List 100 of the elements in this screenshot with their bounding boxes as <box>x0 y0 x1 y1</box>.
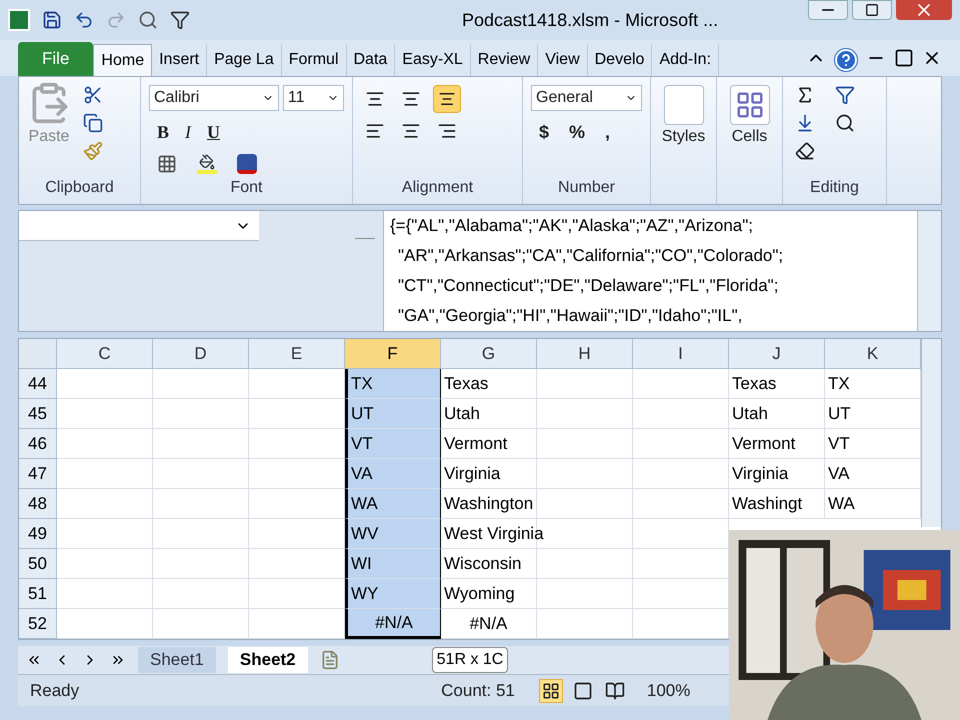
grid-cell[interactable] <box>153 579 249 609</box>
grid-cell[interactable]: Vermont <box>729 429 825 459</box>
row-header[interactable]: 51 <box>19 579 57 609</box>
grid-cell[interactable] <box>153 369 249 399</box>
grid-cell[interactable] <box>537 489 633 519</box>
grid-cell[interactable] <box>249 519 345 549</box>
grid-cell[interactable] <box>633 369 729 399</box>
redo-icon[interactable] <box>106 10 126 30</box>
grid-cell[interactable]: Washingt <box>729 489 825 519</box>
borders-icon[interactable] <box>157 154 177 174</box>
column-header[interactable]: K <box>825 339 921 369</box>
grid-cell[interactable] <box>249 399 345 429</box>
grid-cell[interactable] <box>57 549 153 579</box>
sheet-tab[interactable]: Sheet1 <box>138 647 216 673</box>
grid-cell[interactable]: VT <box>345 429 441 459</box>
sheet-tab[interactable]: Sheet2 <box>228 647 308 673</box>
grid-cell[interactable] <box>633 459 729 489</box>
comma-button[interactable]: , <box>605 119 610 146</box>
select-all-corner[interactable] <box>19 339 57 369</box>
grid-cell[interactable]: VT <box>825 429 921 459</box>
grid-cell[interactable] <box>537 429 633 459</box>
fill-color-icon[interactable] <box>197 154 217 174</box>
grid-cell[interactable] <box>249 429 345 459</box>
grid-cell[interactable]: Virginia <box>441 459 537 489</box>
grid-cell[interactable] <box>57 369 153 399</box>
grid-cell[interactable]: UT <box>825 399 921 429</box>
grid-cell[interactable] <box>633 549 729 579</box>
percent-button[interactable]: % <box>569 119 586 146</box>
grid-cell[interactable] <box>537 459 633 489</box>
column-header[interactable]: F <box>345 339 441 369</box>
grid-cell[interactable] <box>249 489 345 519</box>
clear-icon[interactable] <box>795 141 815 161</box>
grid-cell[interactable] <box>249 549 345 579</box>
ribbon-tab[interactable]: Home <box>93 44 152 76</box>
grid-cell[interactable]: WA <box>345 489 441 519</box>
grid-cell[interactable]: VA <box>345 459 441 489</box>
filter-icon[interactable] <box>170 10 190 30</box>
row-header[interactable]: 50 <box>19 549 57 579</box>
grid-cell[interactable] <box>153 489 249 519</box>
row-header[interactable]: 45 <box>19 399 57 429</box>
copy-icon[interactable] <box>83 113 103 133</box>
grid-cell[interactable]: WY <box>345 579 441 609</box>
column-header[interactable]: I <box>633 339 729 369</box>
maximize-icon[interactable] <box>852 0 892 20</box>
italic-button[interactable]: I <box>185 119 192 146</box>
currency-button[interactable]: $ <box>539 119 550 146</box>
row-header[interactable]: 46 <box>19 429 57 459</box>
grid-cell[interactable]: UT <box>345 399 441 429</box>
new-sheet-icon[interactable] <box>320 650 340 670</box>
grid-cell[interactable] <box>633 579 729 609</box>
grid-cell[interactable]: Texas <box>729 369 825 399</box>
grid-cell[interactable]: WI <box>345 549 441 579</box>
grid-cell[interactable]: WA <box>825 489 921 519</box>
row-header[interactable]: 48 <box>19 489 57 519</box>
grid-cell[interactable] <box>633 609 729 639</box>
row-header[interactable]: 47 <box>19 459 57 489</box>
grid-cell[interactable] <box>57 489 153 519</box>
undo-icon[interactable] <box>74 10 94 30</box>
column-header[interactable]: H <box>537 339 633 369</box>
grid-cell[interactable] <box>249 609 345 639</box>
grid-cell[interactable] <box>537 549 633 579</box>
cells-button[interactable]: Cells <box>732 125 768 149</box>
vertical-scrollbar[interactable] <box>921 339 941 527</box>
vertical-align-icon[interactable] <box>433 85 461 113</box>
grid-cell[interactable] <box>249 459 345 489</box>
zoom-level[interactable]: 100% <box>646 678 690 704</box>
grid-cell[interactable] <box>153 609 249 639</box>
grid-cell[interactable]: #N/A <box>441 609 537 639</box>
grid-cell[interactable]: WV <box>345 519 441 549</box>
grid-cell[interactable] <box>153 549 249 579</box>
restore-icon[interactable] <box>894 48 914 68</box>
grid-cell[interactable] <box>633 489 729 519</box>
grid-cell[interactable]: VA <box>825 459 921 489</box>
grid-cell[interactable] <box>537 369 633 399</box>
column-header[interactable]: E <box>249 339 345 369</box>
grid-cell[interactable] <box>57 519 153 549</box>
row-header[interactable]: 49 <box>19 519 57 549</box>
column-header[interactable]: G <box>441 339 537 369</box>
save-icon[interactable] <box>42 10 62 30</box>
column-header[interactable]: D <box>153 339 249 369</box>
grid-cell[interactable]: Wyoming <box>441 579 537 609</box>
grid-cell[interactable] <box>57 459 153 489</box>
grid-cell[interactable]: Utah <box>441 399 537 429</box>
row-header[interactable]: 52 <box>19 609 57 639</box>
grid-cell[interactable] <box>57 429 153 459</box>
row-header[interactable]: 44 <box>19 369 57 399</box>
grid-cell[interactable] <box>633 519 729 549</box>
grid-cell[interactable] <box>537 399 633 429</box>
bold-button[interactable]: B <box>157 119 170 146</box>
grid-cell[interactable] <box>153 459 249 489</box>
number-format-field[interactable]: General <box>531 85 642 111</box>
grid-cell[interactable] <box>57 399 153 429</box>
grid-cell[interactable]: Texas <box>441 369 537 399</box>
font-color-icon[interactable] <box>237 154 257 174</box>
search-icon[interactable] <box>138 10 158 30</box>
grid-cell[interactable] <box>249 579 345 609</box>
column-header[interactable]: C <box>57 339 153 369</box>
grid-cell[interactable] <box>537 579 633 609</box>
styles-button[interactable]: Styles <box>662 125 706 149</box>
underline-button[interactable]: U <box>207 119 220 146</box>
